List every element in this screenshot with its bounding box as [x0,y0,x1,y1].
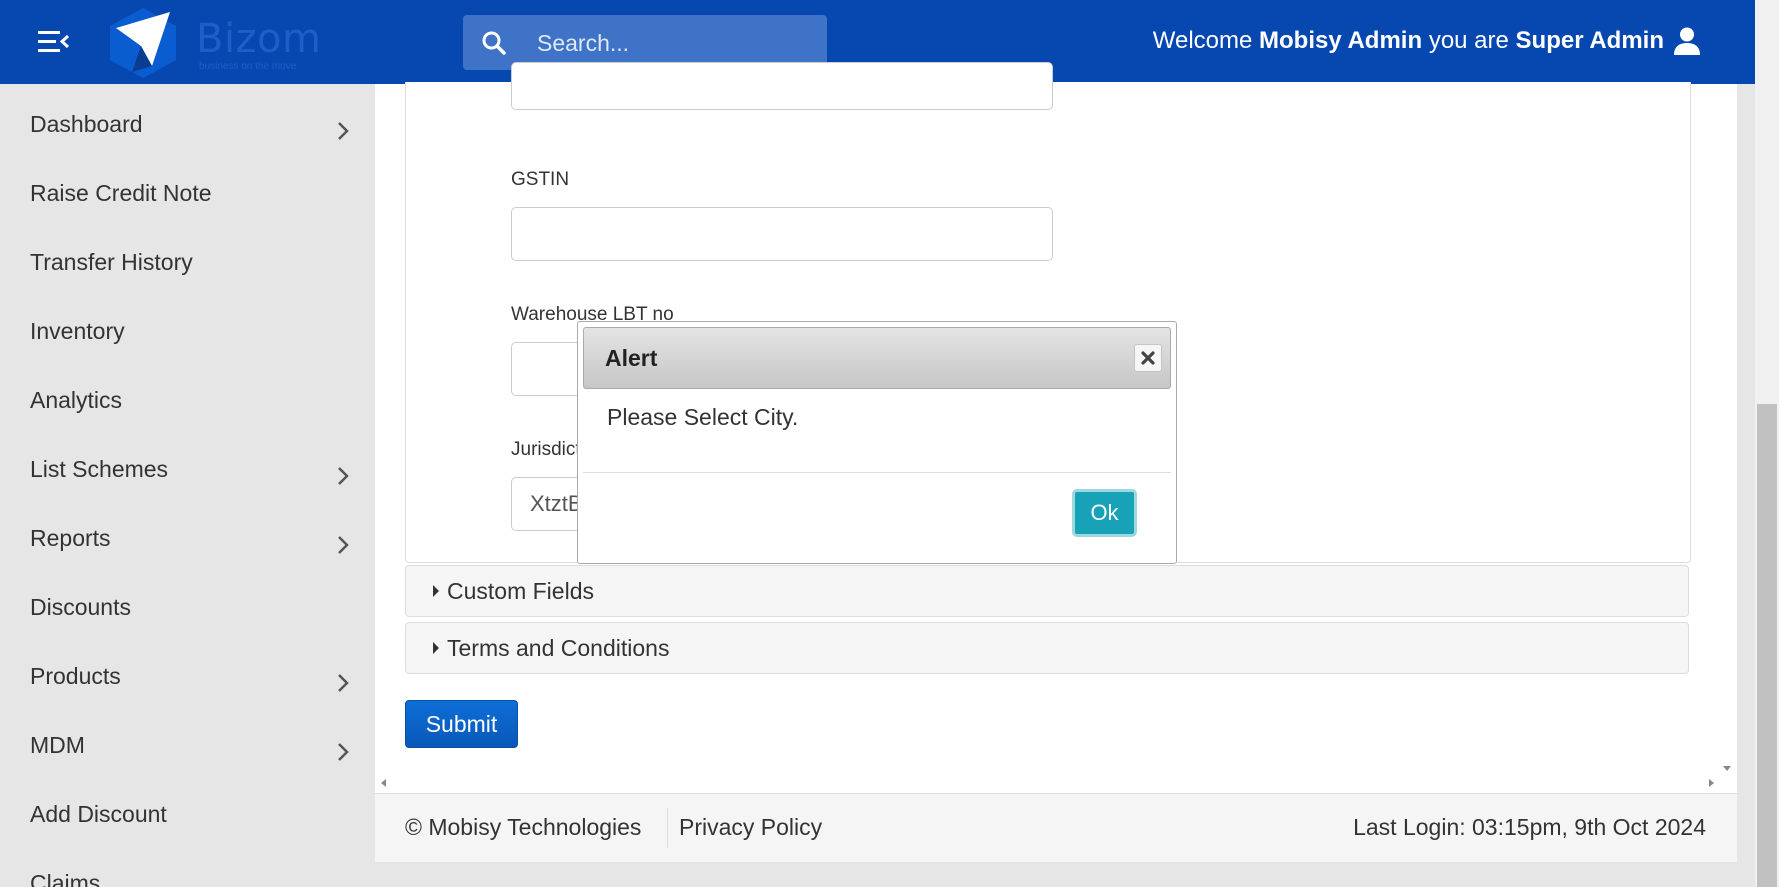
alert-title: Alert [605,345,658,371]
caret-right-icon [433,642,439,654]
sidebar-item-add-discount[interactable]: Add Discount [30,801,350,841]
footer: © Mobisy Technologies Privacy Policy Las… [375,793,1737,862]
welcome-text: Welcome Mobisy Admin you are Super Admin [1153,27,1664,55]
chevron-right-icon [338,122,349,140]
custom-fields-accordion[interactable]: Custom Fields [405,565,1689,617]
sidebar-item-label: Raise Credit Note [30,180,212,206]
sidebar-item-label: Dashboard [30,111,143,137]
chevron-right-icon [338,674,349,692]
top-field-input[interactable] [511,62,1053,110]
sidebar-item-label: Transfer History [30,249,193,275]
chevron-right-icon [338,467,349,485]
chevron-right-icon [338,536,349,554]
sidebar-item-list-schemes[interactable]: List Schemes [30,456,350,496]
sidebar-item-label: MDM [30,732,85,758]
user-profile-icon[interactable] [1672,26,1702,56]
menu-collapse-icon[interactable] [38,29,70,55]
sidebar-item-transfer-history[interactable]: Transfer History [30,249,350,289]
sidebar-item-products[interactable]: Products [30,663,350,703]
sidebar-item-label: Analytics [30,387,123,413]
sidebar: Dashboard Raise Credit Note Transfer His… [0,84,375,887]
scrollbar-thumb[interactable] [1757,404,1777,887]
welcome-middle: you are [1428,27,1509,54]
sidebar-item-label: Inventory [30,318,125,344]
welcome-prefix: Welcome [1152,27,1253,54]
accordion-label: Terms and Conditions [447,635,670,661]
scroll-right-arrow-icon[interactable] [1709,779,1714,787]
sidebar-item-label: Add Discount [30,801,167,827]
sidebar-item-label: List Schemes [30,456,169,482]
sidebar-item-analytics[interactable]: Analytics [30,387,350,427]
copyright-text: © Mobisy Technologies [405,814,642,840]
sidebar-item-label: Products [30,663,121,689]
ok-button[interactable]: Ok [1072,489,1137,537]
alert-dialog: Alert Please Select City. Ok [577,321,1177,564]
chevron-right-icon [338,743,349,761]
bizom-logo-icon [110,8,176,78]
sidebar-item-discounts[interactable]: Discounts [30,594,350,634]
scroll-left-arrow-icon[interactable] [381,779,386,787]
footer-divider [667,808,668,848]
sidebar-item-reports[interactable]: Reports [30,525,350,565]
close-icon [1141,351,1155,365]
gstin-label: GSTIN [511,169,570,190]
sidebar-item-dashboard[interactable]: Dashboard [30,111,350,151]
sidebar-item-mdm[interactable]: MDM [30,732,350,772]
caret-right-icon [433,585,439,597]
brand-tagline: business on the move [199,61,297,72]
sidebar-item-label: Discounts [30,594,131,620]
search-icon [482,31,506,55]
close-button[interactable] [1134,344,1162,372]
sidebar-item-inventory[interactable]: Inventory [30,318,350,358]
gstin-input[interactable] [511,207,1053,261]
user-role: Super Admin [1515,27,1664,54]
last-login-text: Last Login: 03:15pm, 9th Oct 2024 [1353,814,1706,840]
sidebar-item-claims[interactable]: Claims [30,870,350,887]
page-scrollbar[interactable] [1755,0,1779,887]
brand-name: Bizom [196,16,322,62]
bizom-logo[interactable]: Bizom business on the move [108,6,322,78]
privacy-policy-link[interactable]: Privacy Policy [679,814,822,841]
accordion-label: Custom Fields [447,578,594,604]
submit-button[interactable]: Submit [405,700,518,748]
search-input[interactable] [535,23,809,63]
dialog-divider [583,472,1171,473]
scroll-down-arrow-icon[interactable] [1723,766,1731,771]
terms-accordion[interactable]: Terms and Conditions [405,622,1689,674]
alert-message: Please Select City. [607,404,799,430]
sidebar-item-raise-credit-note[interactable]: Raise Credit Note [30,180,350,220]
sidebar-item-label: Reports [30,525,111,551]
user-name: Mobisy Admin [1259,27,1423,54]
alert-dialog-header: Alert [583,327,1171,389]
sidebar-item-label: Claims [30,870,101,887]
